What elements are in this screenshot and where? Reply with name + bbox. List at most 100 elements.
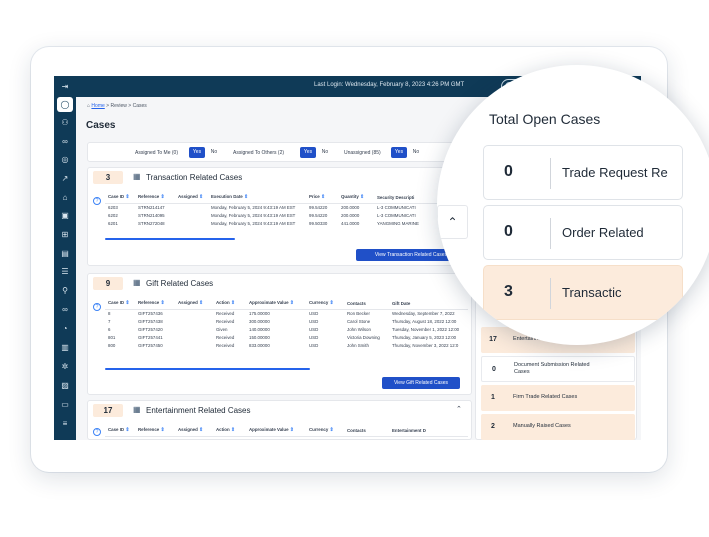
table-header-row: Case ID ⇕ Reference ⇕ Assigned ⇕ Action … [105, 425, 468, 437]
open-cases-label: Order Related [562, 225, 644, 240]
entertainment-card-header[interactable]: 17 ▦ Entertainment Related Cases ⌃ [88, 401, 471, 421]
case-grid-icon: ▦ [133, 405, 141, 414]
column-header[interactable]: Approximate Value ⇕ [246, 425, 306, 437]
table-row[interactable]: 6 GIFT257420 Given 140.00000 USD John Wilson T… [105, 325, 468, 333]
column-header[interactable]: Contacts [344, 425, 389, 437]
basket-icon[interactable]: ⌂ [57, 190, 73, 205]
column-header[interactable]: Entertainment D [389, 425, 468, 437]
link-icon[interactable]: ∞ [57, 134, 73, 149]
report-icon[interactable]: ▣ [57, 208, 73, 223]
open-cases-item-order[interactable]: 0 Order Related [483, 205, 683, 260]
bars-icon[interactable]: ▥ [57, 340, 73, 355]
column-header[interactable]: Case ID ⇕ [105, 192, 135, 204]
assigned-to-others-label: Assigned To Others (2) [233, 150, 285, 156]
sidebar: ⇥ ◯ ⚇ ∞ ◎ ↗ ⌂ ▣ ⊞ ▤ ☰ ⚲ ∞ ◔ ▥ ✲ ▨ ▭ ≡ [54, 76, 76, 440]
chart-icon[interactable]: ↗ [57, 171, 73, 186]
open-cases-label: Firm Trade Related Cases [513, 394, 578, 400]
column-header[interactable]: Case ID ⇕ [105, 425, 135, 437]
open-cases-item-transaction[interactable]: 3 Transactic [483, 265, 683, 320]
table-header-row: Case ID ⇕ Reference ⇕ Assigned ⇕ Executi… [105, 192, 465, 204]
column-header[interactable]: Action ⇕ [213, 298, 246, 310]
open-cases-title: Total Open Cases [489, 111, 601, 127]
horizontal-scrollbar[interactable] [105, 238, 235, 240]
breadcrumb-home[interactable]: Home [91, 103, 104, 109]
open-cases-item-firm-trade[interactable]: 1 Firm Trade Related Cases [481, 385, 635, 411]
settings-icon[interactable]: ✲ [57, 359, 73, 374]
open-cases-item-document[interactable]: 0 Document Submission Related Cases [481, 356, 635, 382]
chat-icon[interactable]: ◯ [57, 97, 73, 112]
case-grid-icon: ▦ [133, 172, 141, 181]
entertainment-card-title: Entertainment Related Cases [146, 406, 251, 415]
bank-icon[interactable]: ⊞ [57, 227, 73, 242]
unassigned-label: Unassigned (85) [344, 150, 381, 156]
chevron-up-icon[interactable]: ⌃ [456, 405, 462, 413]
column-header[interactable]: Currency ⇕ [306, 298, 344, 310]
open-cases-count: 17 [489, 336, 497, 343]
clock-icon[interactable]: ◔ [57, 321, 73, 336]
column-header[interactable]: Currency ⇕ [306, 425, 344, 437]
case-grid-icon: ▦ [133, 278, 141, 287]
horizontal-scrollbar[interactable] [105, 368, 310, 370]
transaction-card-title: Transaction Related Cases [146, 173, 243, 182]
assigned-to-me-no[interactable]: No [206, 147, 222, 158]
column-header[interactable]: Action ⇕ [213, 425, 246, 437]
chevron-up-icon[interactable]: ⌃ [437, 205, 468, 239]
stack-icon[interactable]: ≡ [57, 416, 73, 431]
column-header[interactable]: Execution Date ⇕ [208, 192, 306, 204]
table-row[interactable]: 801 GIFT257441 Received 150.00000 USD Victori… [105, 333, 468, 341]
help-icon[interactable]: ? [93, 197, 101, 205]
logout-icon[interactable]: ⇥ [57, 79, 73, 94]
open-cases-item-trade-request[interactable]: 0 Trade Request Re [483, 145, 683, 200]
column-header[interactable]: Case ID ⇕ [105, 298, 135, 310]
open-cases-count: 0 [504, 163, 513, 180]
table-row[interactable]: 6202 STRN214095 Monday, February 5, 2024 9… [105, 211, 465, 219]
zoom-magnifier: ⌃ Total Open Cases 0 Trade Request Re 0 … [437, 65, 709, 345]
table-row[interactable]: 6203 STRN214147 Monday, February 5, 2024 9… [105, 203, 465, 211]
column-header[interactable]: Quantity ⇕ [338, 192, 374, 204]
column-header[interactable]: Assigned ⇕ [175, 192, 208, 204]
column-header[interactable]: Reference ⇕ [135, 425, 175, 437]
open-cases-label: Document Submission Related Cases [514, 362, 590, 375]
assigned-to-me-yes[interactable]: Yes [189, 147, 205, 158]
group-icon[interactable]: ∞ [57, 302, 73, 317]
column-header[interactable]: Approximate Value ⇕ [246, 298, 306, 310]
breadcrumb-review[interactable]: Review [110, 103, 126, 109]
open-cases-item-manual[interactable]: 2 Manually Raised Cases [481, 414, 635, 440]
breadcrumb-separator: > [106, 103, 110, 109]
globe-icon[interactable]: ◎ [57, 152, 73, 167]
table-row[interactable]: 800 GIFT257450 Received 833.00000 USD John Sm… [105, 341, 468, 349]
image-icon[interactable]: ▨ [57, 378, 73, 393]
gift-card-header[interactable]: 9 ▦ Gift Related Cases [88, 274, 471, 294]
column-header[interactable]: Reference ⇕ [135, 192, 175, 204]
table-row[interactable]: 7 GIFT257438 Received 300.00000 USD Carol Sto… [105, 317, 468, 325]
column-header[interactable]: Assigned ⇕ [175, 298, 213, 310]
transaction-cases-card: 3 ▦ Transaction Related Cases ? Case ID … [87, 167, 472, 266]
table-row[interactable]: 8 GIFT257436 Received 175.00000 USD Ron Becke… [105, 309, 468, 317]
entertainment-count: 17 [93, 404, 123, 417]
view-gift-cases-button[interactable]: View Gift Related Cases [382, 377, 460, 389]
help-icon[interactable]: ? [93, 303, 101, 311]
column-header[interactable]: Assigned ⇕ [175, 425, 213, 437]
column-header[interactable]: Gift Date [389, 298, 468, 310]
column-header[interactable]: Contacts [344, 298, 389, 310]
assigned-to-others-no[interactable]: No [317, 147, 333, 158]
unassigned-yes[interactable]: Yes [391, 147, 407, 158]
unassigned-no[interactable]: No [408, 147, 424, 158]
column-header[interactable]: Price ⇕ [306, 192, 338, 204]
org-icon[interactable]: ⚲ [57, 283, 73, 298]
assigned-to-others-yes[interactable]: Yes [300, 147, 316, 158]
column-header[interactable]: Reference ⇕ [135, 298, 175, 310]
last-login-text: Last Login: Wednesday, February 8, 2023 … [314, 82, 465, 88]
open-cases-count: 1 [491, 394, 495, 401]
table-row[interactable]: 6201 STRN272048 Monday, February 5, 2024 9… [105, 219, 465, 227]
transaction-card-header[interactable]: 3 ▦ Transaction Related Cases [88, 168, 471, 188]
book-icon[interactable]: ▤ [57, 246, 73, 261]
list-icon[interactable]: ☰ [57, 264, 73, 279]
breadcrumb-separator: > [128, 103, 132, 109]
users-icon[interactable]: ⚇ [57, 115, 73, 130]
open-cases-label: Trade Request Re [562, 165, 668, 180]
divider [550, 278, 551, 309]
home-icon[interactable]: ⌂ [87, 103, 90, 109]
archive-icon[interactable]: ▭ [57, 397, 73, 412]
help-icon[interactable]: ? [93, 428, 101, 436]
